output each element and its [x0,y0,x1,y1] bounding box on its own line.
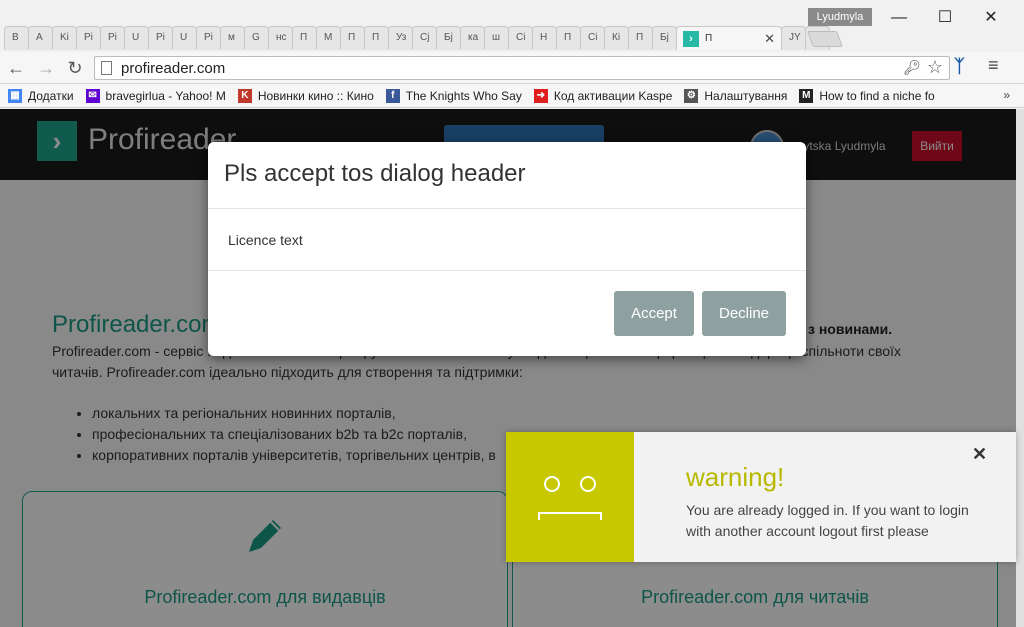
bookmark-item[interactable]: f The Knights Who Say [385,88,522,103]
dialog-title: Pls accept tos dialog header [224,160,526,187]
browser-tab[interactable]: Сі [508,26,533,50]
browser-tab[interactable]: Кі [604,26,629,50]
bookmark-item[interactable]: ✉ bravegirlua - Yahoo! M [85,88,226,103]
browser-tab[interactable]: П [340,26,365,50]
browser-tab[interactable]: Pi [148,26,173,50]
browser-tab[interactable]: м [220,26,245,50]
bookmarks-bar: ▦ Додатки ✉ bravegirlua - Yahoo! M K Новинки … [0,84,1024,108]
bookmark-item[interactable]: ⚙ Налаштування [684,88,788,103]
star-icon[interactable]: ☆ [927,57,943,78]
sad-face-icon [506,432,634,562]
browser-tab[interactable]: Сі [580,26,605,50]
kinozal-icon: K [237,88,252,103]
tab-strip: В А Ki Pi Pi U Pi U Pi м Gнс П М П П Уз Сј Бј ка ш Сі Н П Сі Кі П… [0,0,1024,52]
active-tab-label: П [705,33,713,44]
page-scrollbar[interactable] [1016,109,1024,627]
warning-notification: warning! You are already logged in. If y… [506,432,1016,562]
notification-message: You are already logged in. If you want t… [686,502,969,539]
toolbar: ← → ↻ profireader.com 🔑︎ ☆ [0,52,1024,84]
key-icon[interactable]: 🔑︎ [903,59,921,76]
bookmark-label: Налаштування [704,88,788,103]
browser-tab[interactable]: В [4,26,29,50]
bookmark-item[interactable]: K Новинки кино :: Кино [237,88,374,103]
browser-tab[interactable]: А [28,26,53,50]
medium-icon: M [799,88,814,103]
bookmark-label: Код активации Kaspe [553,88,673,103]
forward-button[interactable]: → [34,56,58,80]
tos-dialog: Pls accept tos dialog header Licence tex… [208,142,806,356]
browser-tab[interactable]: Бј [436,26,461,50]
new-tab-button[interactable] [807,31,843,47]
close-tab-icon[interactable]: ✕ [764,31,775,47]
browser-tab[interactable]: Pi [100,26,125,50]
yahoo-icon: ✉ [85,88,100,103]
browser-tab[interactable]: П [556,26,581,50]
notification-title: warning! [686,462,785,492]
dialog-header: Pls accept tos dialog header [208,142,806,209]
bookmark-label: Додатки [28,88,74,103]
bookmark-label: The Knights Who Say [405,88,522,103]
close-window-button[interactable]: ✕ [968,6,1014,30]
browser-tab[interactable]: Pi [76,26,101,50]
bookmark-label: bravegirlua - Yahoo! M [105,88,226,103]
bookmark-item[interactable]: M How to find a niche fo [799,88,935,103]
bookmark-label: How to find a niche fo [819,88,935,103]
extension-icon[interactable]: ᛉ [954,56,965,77]
browser-tab[interactable]: Ki [52,26,77,50]
decline-button[interactable]: Decline [702,291,786,336]
bookmark-item[interactable]: ➜ Код активации Kaspe [533,88,673,103]
browser-tab[interactable]: П [292,26,317,50]
tabs: В А Ki Pi Pi U Pi U Pi м Gнс П М П П Уз Сј Бј ка ш Сі Н П Сі Кі П… [4,26,830,50]
licence-text: Licence text [228,232,303,248]
gear-icon: ⚙ [684,88,699,103]
reload-button[interactable]: ↻ [63,56,87,80]
browser-tab[interactable]: Бј [652,26,677,50]
browser-window: В А Ki Pi Pi U Pi U Pi м Gнс П М П П Уз Сј Бј ка ш Сі Н П Сі Кі П… [0,0,1024,627]
browser-tab[interactable]: ш [484,26,509,50]
browser-tab[interactable]: U [124,26,149,50]
active-browser-tab[interactable]: › П ✕ [676,26,782,50]
dialog-body: Licence text [208,209,806,271]
browser-tab[interactable]: Pi [196,26,221,50]
page-icon [101,61,112,75]
arrow-icon: ➜ [533,88,548,103]
browser-tab[interactable]: П [628,26,653,50]
browser-tab[interactable]: G [244,26,269,50]
bookmark-item[interactable]: ▦ Додатки [8,88,74,103]
profile-button[interactable]: Lyudmyla [808,8,872,26]
browser-tab[interactable]: JY [781,26,806,50]
browser-tab[interactable]: П [364,26,389,50]
facebook-icon: f [385,88,400,103]
browser-tab[interactable]: Н [532,26,557,50]
browser-tab[interactable]: Уз [388,26,413,50]
browser-tab[interactable]: М [316,26,341,50]
minimize-button[interactable]: — [876,6,922,30]
face-eye [544,476,560,492]
close-icon[interactable]: ✕ [972,444,987,465]
browser-tab[interactable]: ка [460,26,485,50]
browser-tab[interactable]: нс [268,26,293,50]
back-button[interactable]: ← [4,56,28,80]
apps-icon: ▦ [8,88,22,103]
face-eye [580,476,596,492]
bookmarks-more-icon[interactable]: » [1003,88,1010,102]
browser-tab[interactable]: Сј [412,26,437,50]
maximize-button[interactable]: ☐ [922,6,968,30]
browser-tab[interactable]: U [172,26,197,50]
address-bar[interactable]: profireader.com 🔑︎ ☆ [94,56,950,80]
accept-button[interactable]: Accept [614,291,694,336]
face-mouth [538,512,602,520]
menu-icon[interactable]: ≡ [988,55,999,76]
bookmark-label: Новинки кино :: Кино [257,88,374,103]
url-text[interactable]: profireader.com [121,60,225,77]
profireader-favicon-icon: › [683,30,699,47]
